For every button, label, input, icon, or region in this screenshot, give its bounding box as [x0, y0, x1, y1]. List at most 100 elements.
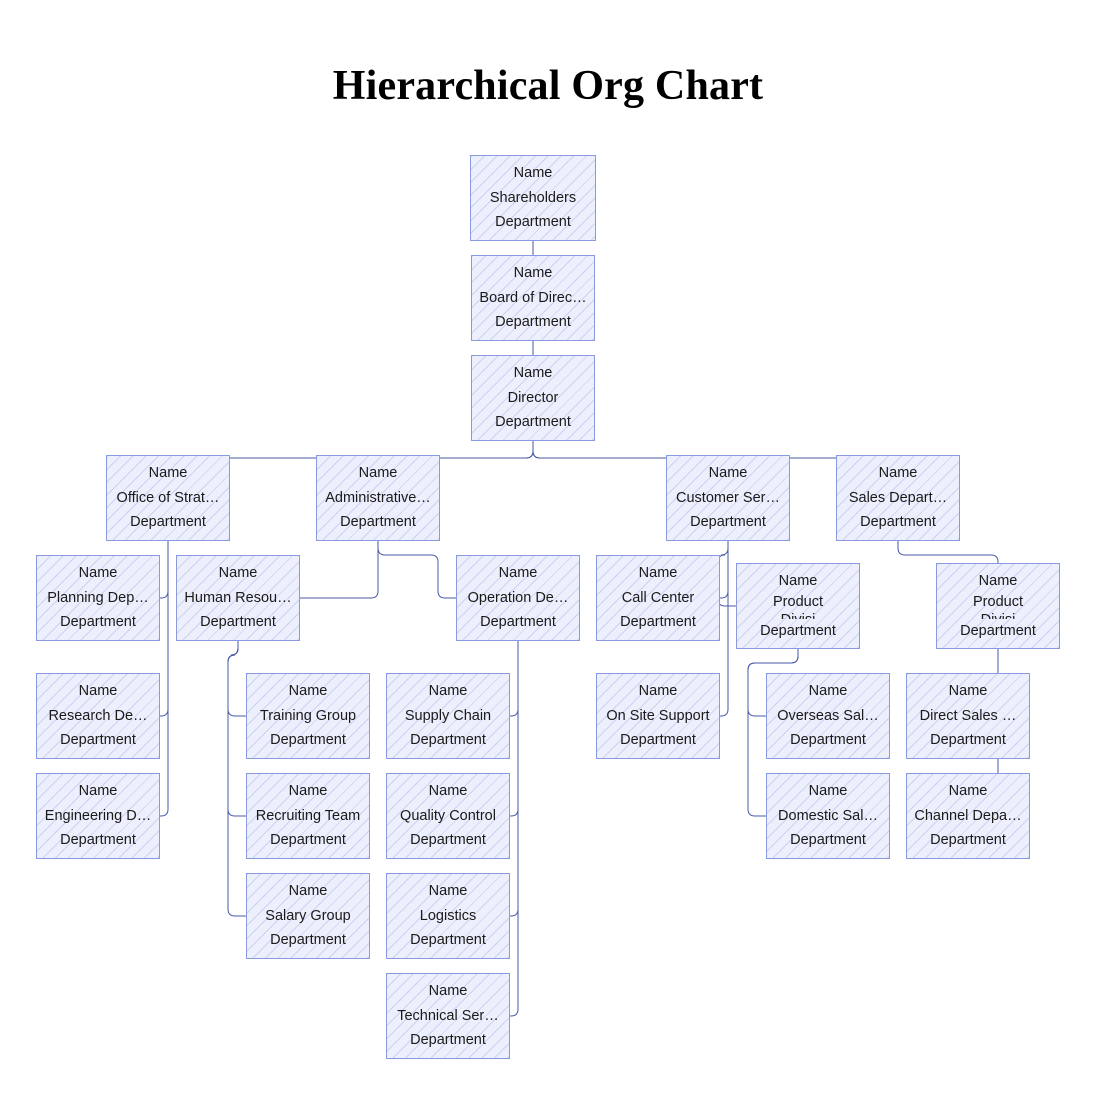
node-department-line: Department	[270, 832, 346, 849]
node-title-line: Product Divisi	[973, 594, 1023, 619]
node-name-line: Name	[288, 783, 328, 800]
node-name-line: Name	[498, 565, 538, 582]
org-node-quality[interactable]: Name Quality Control Department	[386, 773, 510, 859]
org-node-logistics[interactable]: Name Logistics Department	[386, 873, 510, 959]
node-name-line: Name	[513, 265, 553, 282]
node-name-line: Name	[288, 683, 328, 700]
node-title-line: Sales Depart…	[848, 489, 948, 506]
node-department-line: Department	[495, 314, 571, 331]
node-title-line: Overseas Sal…	[777, 707, 879, 724]
node-title-line: Logistics	[419, 907, 477, 924]
node-title-line: Call Center	[621, 589, 695, 606]
node-name-line: Name	[878, 465, 918, 482]
node-department-line: Department	[790, 832, 866, 849]
node-department-line: Department	[410, 932, 486, 949]
node-name-line: Name	[78, 683, 118, 700]
node-title-line: Product Divisi	[773, 594, 823, 619]
node-name-line: Name	[428, 983, 468, 1000]
node-title-line: Quality Control	[400, 807, 496, 824]
node-name-line: Name	[948, 783, 988, 800]
org-node-direct[interactable]: Name Direct Sales … Department	[906, 673, 1030, 759]
org-node-recruiting[interactable]: Name Recruiting Team Department	[246, 773, 370, 859]
node-title-line: Planning Dep…	[47, 589, 149, 606]
node-department-line: Department	[860, 514, 936, 531]
node-name-line: Name	[148, 465, 188, 482]
node-department-line: Department	[960, 623, 1036, 639]
node-department-line: Department	[480, 614, 556, 631]
node-department-line: Department	[340, 514, 416, 531]
org-node-research[interactable]: Name Research De… Department	[36, 673, 160, 759]
org-node-shareholders[interactable]: Name Shareholders Department	[470, 155, 596, 241]
node-title-line: Administrative…	[325, 489, 431, 506]
org-node-board[interactable]: Name Board of Direc… Department	[471, 255, 595, 341]
node-name-line: Name	[638, 683, 678, 700]
org-node-office[interactable]: Name Office of Strat… Department	[106, 455, 230, 541]
org-node-technical[interactable]: Name Technical Ser… Department	[386, 973, 510, 1059]
org-node-domestic[interactable]: Name Domestic Sal… Department	[766, 773, 890, 859]
node-department-line: Department	[495, 414, 571, 431]
org-node-product2[interactable]: Name Product Divisi Department	[936, 563, 1060, 649]
node-department-line: Department	[930, 832, 1006, 849]
org-node-planning[interactable]: Name Planning Dep… Department	[36, 555, 160, 641]
node-department-line: Department	[410, 1032, 486, 1049]
node-department-line: Department	[60, 732, 136, 749]
node-department-line: Department	[690, 514, 766, 531]
node-department-line: Department	[930, 732, 1006, 749]
node-name-line: Name	[78, 783, 118, 800]
org-node-product1[interactable]: Name Product Divisi Department	[736, 563, 860, 649]
node-name-line: Name	[778, 572, 818, 589]
node-title-line: Salary Group	[265, 907, 351, 924]
node-title-line: Customer Ser…	[676, 489, 780, 506]
node-title-line: Director	[507, 389, 559, 406]
org-node-supply[interactable]: Name Supply Chain Department	[386, 673, 510, 759]
node-title-line: Supply Chain	[404, 707, 492, 724]
node-name-line: Name	[218, 565, 258, 582]
node-department-line: Department	[410, 832, 486, 849]
node-title-line: On Site Support	[606, 707, 710, 724]
node-department-line: Department	[760, 623, 836, 639]
node-name-line: Name	[638, 565, 678, 582]
node-title-line: Training Group	[259, 707, 357, 724]
node-department-line: Department	[495, 214, 571, 231]
node-name-line: Name	[513, 165, 553, 182]
org-node-operation[interactable]: Name Operation De… Department	[456, 555, 580, 641]
org-node-hr[interactable]: Name Human Resou… Department	[176, 555, 300, 641]
org-node-customer[interactable]: Name Customer Ser… Department	[666, 455, 790, 541]
node-title-line: Board of Direc…	[479, 289, 587, 306]
node-name-line: Name	[808, 683, 848, 700]
node-department-line: Department	[620, 732, 696, 749]
node-name-line: Name	[948, 683, 988, 700]
node-name-line: Name	[288, 883, 328, 900]
org-node-training[interactable]: Name Training Group Department	[246, 673, 370, 759]
node-title-line: Engineering D…	[44, 807, 152, 824]
org-node-channel[interactable]: Name Channel Depa… Department	[906, 773, 1030, 859]
node-title-line: Direct Sales …	[919, 707, 1017, 724]
org-node-overseas[interactable]: Name Overseas Sal… Department	[766, 673, 890, 759]
node-name-line: Name	[708, 465, 748, 482]
node-name-line: Name	[428, 683, 468, 700]
node-name-line: Name	[428, 783, 468, 800]
node-title-line: Human Resou…	[184, 589, 292, 606]
org-node-onsite[interactable]: Name On Site Support Department	[596, 673, 720, 759]
node-department-line: Department	[620, 614, 696, 631]
node-title-line: Technical Ser…	[397, 1007, 499, 1024]
org-node-layer: Name Shareholders Department Name Board of D…	[0, 0, 1096, 1093]
node-title-line: Shareholders	[489, 189, 577, 206]
org-node-salary[interactable]: Name Salary Group Department	[246, 873, 370, 959]
node-name-line: Name	[808, 783, 848, 800]
org-node-admin[interactable]: Name Administrative… Department	[316, 455, 440, 541]
node-department-line: Department	[130, 514, 206, 531]
node-title-line: Research De…	[48, 707, 148, 724]
org-node-sales[interactable]: Name Sales Depart… Department	[836, 455, 960, 541]
node-department-line: Department	[200, 614, 276, 631]
node-department-line: Department	[270, 732, 346, 749]
node-title-line: Recruiting Team	[255, 807, 361, 824]
node-title-line: Channel Depa…	[914, 807, 1022, 824]
org-node-engineering[interactable]: Name Engineering D… Department	[36, 773, 160, 859]
node-department-line: Department	[60, 614, 136, 631]
org-node-director[interactable]: Name Director Department	[471, 355, 595, 441]
org-node-callcenter[interactable]: Name Call Center Department	[596, 555, 720, 641]
node-department-line: Department	[790, 732, 866, 749]
node-title-line: Domestic Sal…	[778, 807, 878, 824]
node-department-line: Department	[60, 832, 136, 849]
